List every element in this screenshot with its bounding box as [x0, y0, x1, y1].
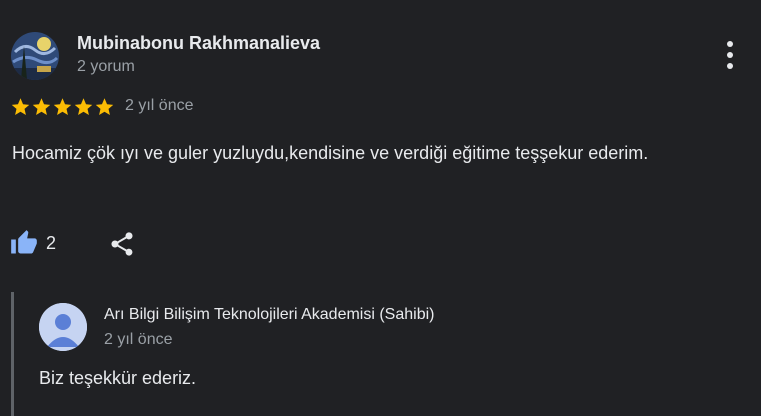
reviewer-avatar[interactable]	[11, 32, 59, 80]
share-icon	[111, 232, 133, 256]
owner-reply: Arı Bilgi Bilişim Teknolojileri Akademis…	[11, 292, 754, 416]
owner-avatar	[39, 303, 87, 351]
review-date: 2 yıl önce	[125, 97, 194, 114]
like-count: 2	[46, 232, 57, 253]
review-text: Hocamiz çök ıyı ve guler yuzluydu,kendis…	[12, 143, 649, 163]
reviewer-review-count: 2 yorum	[77, 58, 135, 75]
star-icon	[53, 98, 72, 116]
thumbs-up-icon	[11, 230, 37, 254]
person-icon	[39, 303, 87, 351]
reply-date: 2 yıl önce	[104, 331, 173, 348]
reviewer-avatar-image	[11, 32, 59, 80]
review-card: Mubinabonu Rakhmanalieva 2 yorum 2 yıl ö…	[0, 0, 761, 416]
share-button[interactable]	[108, 229, 136, 259]
owner-name: Arı Bilgi Bilişim Teknolojileri Akademis…	[104, 306, 435, 323]
star-icon	[32, 98, 51, 116]
more-options-button[interactable]	[716, 38, 744, 72]
star-icon	[95, 98, 114, 116]
like-button[interactable]: 2	[10, 228, 56, 258]
star-icon	[11, 98, 30, 116]
star-rating	[10, 96, 115, 118]
more-vertical-icon	[727, 41, 733, 69]
reviewer-name[interactable]: Mubinabonu Rakhmanalieva	[77, 33, 320, 54]
reply-text: Biz teşekkür ederiz.	[39, 368, 197, 388]
star-icon	[74, 98, 93, 116]
